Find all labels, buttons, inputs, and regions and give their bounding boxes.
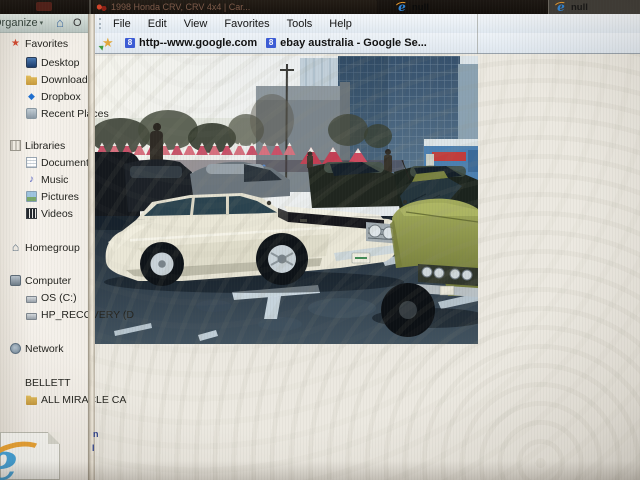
drive-icon — [26, 313, 37, 320]
sidebar-item-computer[interactable]: Computer — [10, 273, 71, 288]
drive-icon — [26, 296, 37, 303]
music-icon: ♪ — [26, 174, 37, 185]
menu-item-tools[interactable]: Tools — [287, 18, 313, 30]
sidebar-item-label: BELLETT — [25, 377, 71, 389]
sidebar-item-documents[interactable]: Documents — [26, 155, 94, 170]
sidebar-item-downloads[interactable]: Downloads — [26, 72, 93, 87]
text-fragment: n — [93, 429, 99, 439]
picture-icon — [26, 191, 37, 202]
tab-title: 1998 Honda CRV, CRV 4x4 | Car... — [111, 2, 250, 12]
sidebar-item-label: Favorites — [25, 38, 68, 50]
video-icon — [26, 208, 37, 219]
folder-icon — [26, 74, 37, 85]
sidebar-item-label: Documents — [41, 157, 94, 169]
google-favicon: 8 — [125, 38, 135, 48]
favorites-link-label: http--www.google.com — [139, 37, 257, 49]
tab-title: null — [412, 2, 429, 13]
explorer-toolbar: Organize ▾ ⌂ O — [0, 14, 88, 33]
library-icon — [10, 140, 21, 151]
menu-item-help[interactable]: Help — [329, 18, 352, 30]
carsales-dots-favicon — [96, 3, 107, 12]
browser-favorites-bar: ★ 8 http--www.google.com 8 ebay australia -… — [95, 33, 640, 54]
window-corner-highlight — [89, 0, 91, 14]
sidebar-item-label: Homegroup — [25, 242, 80, 254]
text-fragment: I — [92, 443, 95, 453]
sidebar-item-music[interactable]: ♪ Music — [26, 172, 68, 187]
sidebar-item-desktop[interactable]: Desktop — [26, 55, 80, 70]
chevron-down-icon: ▾ — [40, 19, 44, 27]
favorites-bar-link[interactable]: 8 ebay australia - Google Se... — [266, 37, 427, 49]
sidebar-item-libraries[interactable]: Libraries — [10, 138, 65, 153]
ie-html-file-icon[interactable]: e — [0, 432, 60, 480]
photographed-monitor-screen: Organize ▾ ⌂ O ★ Favorites Desktop Download… — [0, 0, 640, 480]
background-window-icon — [36, 2, 52, 11]
sidebar-item-label: Network — [25, 343, 64, 355]
internet-explorer-icon: e — [555, 1, 567, 13]
organize-label: Organize — [0, 17, 38, 29]
tab-title: null — [571, 2, 588, 13]
add-to-favorites-star-icon[interactable]: ★ — [102, 36, 116, 50]
sidebar-item-all-miracle-ca[interactable]: ALL MIRACLE CA — [26, 392, 126, 407]
open-button[interactable]: O — [73, 17, 82, 29]
menu-item-edit[interactable]: Edit — [148, 18, 167, 30]
sidebar-item-label: Videos — [41, 208, 73, 220]
star-icon: ★ — [10, 38, 21, 49]
browser-tab[interactable]: 1998 Honda CRV, CRV 4x4 | Car... — [93, 0, 377, 14]
sidebar-item-label: OS (C:) — [41, 292, 77, 304]
recent-icon — [26, 108, 37, 119]
browser-tab[interactable]: enull — [396, 0, 486, 14]
car-show-photo — [94, 56, 478, 344]
sidebar-item-homegroup[interactable]: ⌂ Homegroup — [10, 240, 80, 255]
sidebar-item-favorites[interactable]: ★ Favorites — [10, 36, 68, 51]
sidebar-item-pictures[interactable]: Pictures — [26, 189, 79, 204]
internet-explorer-icon: e — [396, 1, 408, 13]
dropbox-icon: ◆ — [26, 91, 37, 102]
menu-item-file[interactable]: File — [113, 18, 131, 30]
browser-menu-bar: File Edit View Favorites Tools Help — [95, 14, 640, 33]
sidebar-item-label: Music — [41, 174, 68, 186]
toolbar-grip-handle[interactable] — [99, 18, 101, 29]
menu-item-favorites[interactable]: Favorites — [224, 18, 269, 30]
sidebar-item-label: Pictures — [41, 191, 79, 203]
sidebar-item-label: Libraries — [25, 140, 65, 152]
document-icon — [26, 157, 37, 168]
sidebar-item-videos[interactable]: Videos — [26, 206, 73, 221]
sidebar-item-network[interactable]: Network — [10, 341, 64, 356]
home-icon: ⌂ — [56, 15, 64, 30]
sidebar-item-dropbox[interactable]: ◆ Dropbox — [26, 89, 81, 104]
monitor-icon — [26, 57, 37, 68]
menu-item-view[interactable]: View — [184, 18, 208, 30]
sidebar-item-label: ALL MIRACLE CA — [41, 394, 126, 406]
sidebar-item-label: Dropbox — [41, 91, 81, 103]
sidebar-item-label: Computer — [25, 275, 71, 287]
explorer-window: Organize ▾ ⌂ O ★FavoritesDesktopDownload… — [0, 14, 88, 480]
folder-icon — [26, 394, 37, 405]
homegroup-icon: ⌂ — [10, 242, 21, 253]
sidebar-item-label: Recent Places — [41, 108, 109, 120]
favorites-link-label: ebay australia - Google Se... — [280, 37, 427, 49]
sidebar-item-label: Downloads — [41, 74, 93, 86]
computer-icon — [10, 275, 21, 286]
google-favicon: 8 — [266, 38, 276, 48]
browser-window-left-border — [88, 14, 95, 480]
sidebar-item-bellett[interactable]: BELLETT — [10, 375, 71, 390]
network-icon — [10, 343, 21, 354]
browser-tab[interactable]: enull — [548, 0, 640, 14]
sidebar-item-os-c-[interactable]: OS (C:) — [26, 290, 77, 305]
organize-button[interactable]: Organize ▾ — [0, 17, 43, 29]
favorites-bar-link[interactable]: 8 http--www.google.com — [125, 37, 257, 49]
sidebar-item-label: Desktop — [41, 57, 80, 69]
sidebar-item-recent-places[interactable]: Recent Places — [26, 106, 109, 121]
browser-tab-bar: 1998 Honda CRV, CRV 4x4 | Car...enullenu… — [0, 0, 640, 14]
sidebar-item-hp-recovery-d[interactable]: HP_RECOVERY (D — [26, 307, 134, 322]
window-edge-line — [477, 14, 478, 54]
internet-explorer-icon: e — [0, 437, 41, 480]
